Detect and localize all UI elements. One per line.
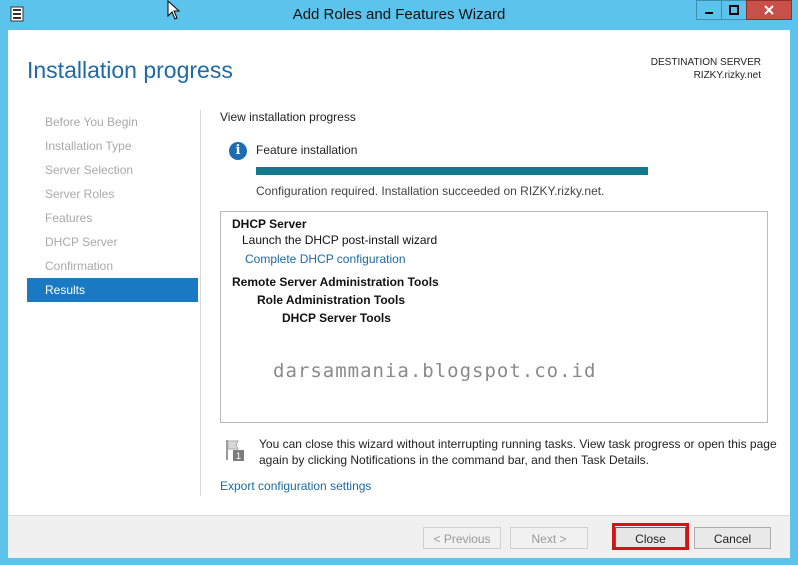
results-list[interactable]: DHCP Server Launch the DHCP post-install… [220,211,768,423]
export-configuration-link[interactable]: Export configuration settings [220,479,371,493]
section-subheading: View installation progress [220,110,356,124]
close-icon [764,5,774,15]
info-icon: i [229,142,247,160]
destination-server-name: RIZKY.rizky.net [693,70,761,81]
next-button[interactable]: Next > [510,527,588,549]
progress-bar-fill [256,167,648,175]
watermark-text: darsammania.blogspot.co.id [273,360,597,382]
destination-server-info: DESTINATION SERVER RIZKY.rizky.net [651,56,761,82]
complete-dhcp-configuration-link[interactable]: Complete DHCP configuration [245,252,406,266]
result-rsat: Remote Server Administration Tools [232,275,439,289]
previous-button[interactable]: < Previous [423,527,501,549]
result-role-admin-tools: Role Administration Tools [257,293,406,307]
nav-item-results[interactable]: Results [27,278,198,302]
result-dhcp-server: DHCP Server [232,217,307,231]
maximize-icon [729,5,739,15]
notification-flag-icon: 1 [226,440,244,461]
destination-label: DESTINATION SERVER [650,57,761,68]
cancel-button[interactable]: Cancel [694,527,771,549]
wizard-window: Add Roles and Features Wizard Installati… [0,0,798,565]
minimize-icon [705,12,713,14]
minimize-button[interactable] [696,0,722,20]
result-launch-wizard: Launch the DHCP post-install wizard [242,233,438,247]
nav-item-server-roles[interactable]: Server Roles [27,182,198,206]
title-bar[interactable]: Add Roles and Features Wizard [0,0,798,30]
wizard-footer: < Previous Next > Close Cancel [8,515,790,558]
nav-item-features[interactable]: Features [27,206,198,230]
installation-progress-bar [256,167,648,175]
wizard-client-area: Installation progress DESTINATION SERVER… [8,30,790,558]
result-dhcp-server-tools: DHCP Server Tools [282,311,391,325]
main-content: View installation progress i Feature ins… [220,108,780,493]
close-window-button[interactable] [746,0,792,20]
window-title: Add Roles and Features Wizard [292,6,506,23]
nav-item-confirmation[interactable]: Confirmation [27,254,198,278]
window-controls [696,0,792,20]
wizard-nav: Before You Begin Installation Type Serve… [27,110,198,302]
nav-item-installation-type[interactable]: Installation Type [27,134,198,158]
nav-item-dhcp-server[interactable]: DHCP Server [27,230,198,254]
nav-item-server-selection[interactable]: Server Selection [27,158,198,182]
maximize-button[interactable] [721,0,747,20]
nav-divider [200,110,201,496]
feature-installation-label: Feature installation [256,143,358,157]
mouse-cursor-icon [167,0,181,20]
close-button-highlight [612,523,689,550]
installation-status-text: Configuration required. Installation suc… [256,184,605,198]
nav-item-before-you-begin[interactable]: Before You Begin [27,110,198,134]
page-title: Installation progress [27,57,233,83]
notification-badge-count: 1 [236,451,241,461]
close-wizard-note: You can close this wizard without interr… [259,437,777,467]
